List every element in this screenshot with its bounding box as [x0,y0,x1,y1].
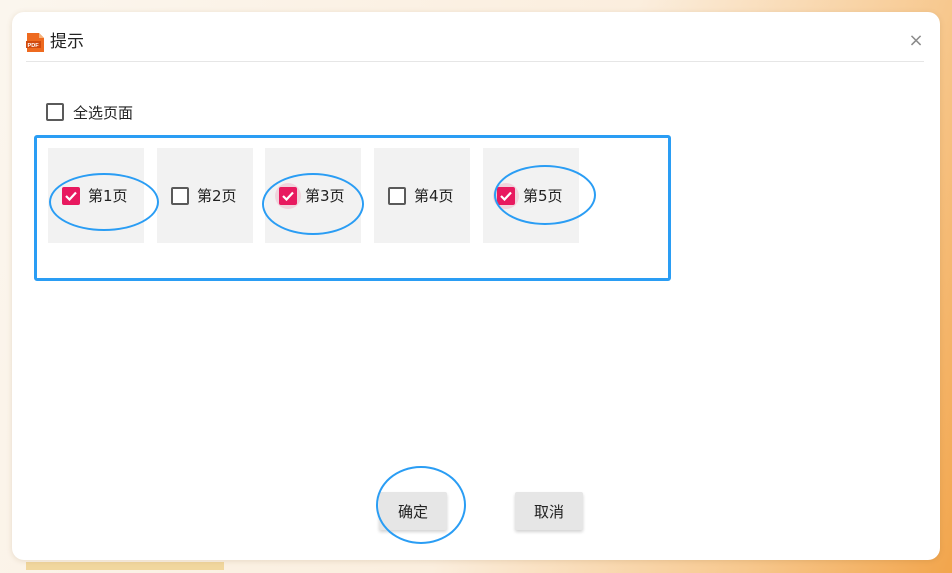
page-checkbox-icon [497,186,515,205]
page-checkbox-icon [388,186,406,205]
page-label: 第4页 [414,187,454,205]
page-label: 第3页 [305,187,345,205]
svg-text:PDF: PDF [28,43,40,49]
cancel-button[interactable]: 取消 [515,492,583,530]
select-all-checkbox[interactable]: 全选页面 [46,100,133,124]
page-checkbox-icon [171,186,189,205]
page-item-5[interactable]: 第5页 [483,148,579,243]
pdf-app-icon: PDF [26,33,44,52]
page-label: 第5页 [523,187,563,205]
prompt-dialog: PDF 提示 × 全选页面 第1页 第2页 第3页 第4页 第5页 确定 取消 [12,12,940,560]
background-strip [26,562,224,570]
page-item-3[interactable]: 第3页 [265,148,361,243]
page-selection-area: 第1页 第2页 第3页 第4页 第5页 [34,135,671,281]
close-button[interactable]: × [906,29,926,53]
page-label: 第2页 [197,187,237,205]
confirm-button[interactable]: 确定 [379,492,447,530]
page-label: 第1页 [88,187,128,205]
dialog-title: 提示 [50,32,84,52]
dialog-titlebar: PDF 提示 × [26,30,924,62]
page-checkbox-icon [62,186,80,205]
checkbox-icon [46,103,64,121]
select-all-label: 全选页面 [73,103,134,122]
page-item-2[interactable]: 第2页 [157,148,253,243]
page-checkbox-icon [279,186,297,205]
page-item-4[interactable]: 第4页 [374,148,470,243]
page-item-1[interactable]: 第1页 [48,148,144,243]
